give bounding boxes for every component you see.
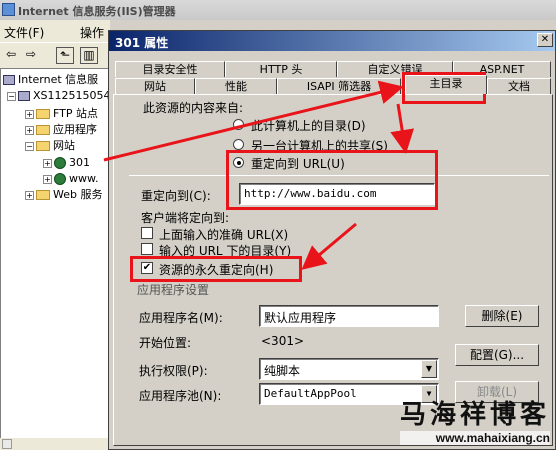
iis-manager-titlebar: Internet 信息服务(IIS)管理器 [0,0,556,20]
computer-icon [3,75,15,85]
chevron-down-icon[interactable]: ▼ [421,360,437,378]
dialog-titlebar: 301 属性 ✕ [109,31,555,51]
tree-node-site-www[interactable]: + www. [43,171,98,187]
tab-performance[interactable]: 性能 [195,78,277,94]
tree-node-label: 301 [69,156,90,169]
scroll-left-icon[interactable] [2,439,12,449]
radio-local-directory[interactable] [233,119,244,130]
dialog-title: 301 属性 [115,36,169,50]
tree-node-webext[interactable]: + Web 服务 [25,187,102,203]
folder-icon [36,109,50,119]
back-arrow-icon[interactable]: ⇦ [2,47,20,64]
app-name-input[interactable]: 默认应用程序 [259,305,439,327]
menu-action[interactable]: 操作 [80,24,104,41]
computer-icon [18,91,30,101]
tab-isapi-filters[interactable]: ISAPI 筛选器 [277,78,401,94]
properties-dialog: 301 属性 ✕ 目录安全性 HTTP 头 自定义错误 ASP.NET 网站 性… [108,30,556,450]
radio-local-directory-label: 此计算机上的目录(D) [251,119,366,133]
iis-manager-title: Internet 信息服务(IIS)管理器 [18,5,176,18]
collapse-icon[interactable]: − [7,91,16,101]
watermark-title: 马海祥博客 [399,400,550,430]
expand-icon[interactable]: + [25,125,34,135]
tree-node-site-301[interactable]: +301 [43,155,90,171]
client-redirect-label: 客户端将定向到: [141,211,230,225]
tree-node-label: Internet 信息服 [18,73,99,86]
content-source-label: 此资源的内容来自: [143,101,244,115]
exec-permission-value: 纯脚本 [264,364,301,378]
tab-website[interactable]: 网站 [115,78,195,94]
redirect-to-label: 重定向到(C): [141,189,211,203]
folder-icon [36,125,50,135]
tab-home-directory[interactable]: 主目录 [405,75,487,94]
exec-permission-select[interactable]: 纯脚本 ▼ [259,358,439,380]
tree-node-label: FTP 站点 [53,107,98,120]
delete-button[interactable]: 删除(E) [465,305,539,327]
exec-permission-label: 执行权限(P): [139,364,208,378]
expand-icon[interactable]: + [43,174,52,184]
checkbox-exact-url[interactable] [141,227,153,239]
up-folder-icon[interactable]: ⬑ [56,47,74,64]
globe-icon [54,157,66,169]
tree-node-label: 应用程序 [53,123,97,136]
app-settings-heading: 应用程序设置 [137,283,210,297]
folder-icon [36,190,50,200]
expand-icon[interactable]: + [25,109,34,119]
radio-network-share[interactable] [233,139,244,150]
tree-node-websites[interactable]: − 网站 [25,138,75,154]
checkbox-directory-below[interactable] [141,243,153,255]
close-icon[interactable]: ✕ [537,33,553,47]
expand-icon[interactable]: + [43,158,52,168]
menu-file[interactable]: 文件(F) [4,24,44,41]
checkbox-exact-url-label: 上面输入的准确 URL(X) [159,228,289,242]
tab-documents[interactable]: 文档 [487,78,551,94]
iis-menu-bar: 文件(F) 操作 [0,20,110,42]
tab-http-headers[interactable]: HTTP 头 [225,61,337,77]
tree-node-ftp[interactable]: + FTP 站点 [25,106,98,122]
highlight-permanent-redirect [130,256,302,282]
watermark-url: www.mahaixiang.cn [399,431,550,445]
tree-node-root[interactable]: Internet 信息服 [3,72,98,88]
globe-icon [54,173,66,185]
tree-node-label: XS112515054 [33,89,110,102]
iis-app-icon [2,3,15,16]
app-pool-value: DefaultAppPool [264,387,357,400]
tree-node-server[interactable]: − XS112515054 [7,88,110,104]
blog-watermark: 马海祥博客 www.mahaixiang.cn [399,394,550,445]
forward-arrow-icon[interactable]: ⇨ [22,47,40,64]
start-location-label: 开始位置: [139,336,192,350]
expand-icon[interactable]: + [25,190,34,200]
folder-icon [36,141,50,151]
show-tree-icon[interactable]: ▥ [80,47,98,64]
collapse-icon[interactable]: − [25,141,34,151]
app-pool-label: 应用程序池(N): [139,389,222,403]
tree-node-apppools[interactable]: + 应用程序 [25,122,97,138]
site-tree: Internet 信息服 − XS112515054 + FTP 站点 + 应用程序 … [0,68,110,440]
tree-node-label: www. [69,172,99,185]
tree-node-label: Web 服务 [53,188,103,201]
tree-node-label: 网站 [53,139,75,152]
app-name-label: 应用程序名(M): [139,311,223,325]
config-button[interactable]: 配置(G)... [455,344,539,366]
start-location-value: <301> [261,334,305,348]
iis-toolbar: ⇦ ⇨ ⬑ ▥ [0,42,110,68]
highlight-redirect-url [226,150,438,210]
tab-directory-security[interactable]: 目录安全性 [115,61,225,77]
